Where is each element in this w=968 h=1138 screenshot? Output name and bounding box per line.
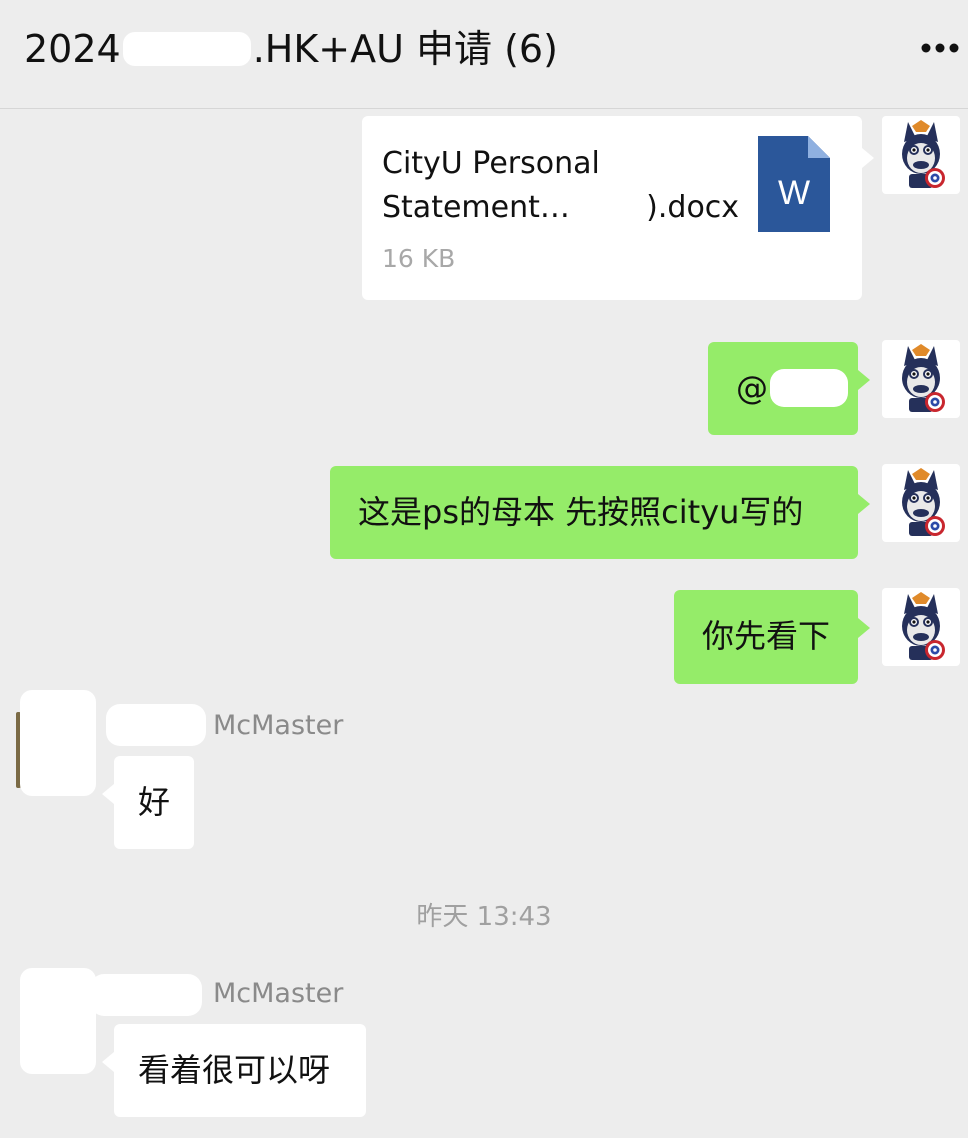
message-text: 这是ps的母本 先按照cityu写的 <box>358 493 804 531</box>
sender-avatar[interactable] <box>20 690 96 796</box>
chat-title-suffix: .HK+AU 申请 (6) <box>252 27 558 71</box>
word-icon-letter: W <box>778 174 810 212</box>
mention-text-wrap: @ <box>736 368 848 408</box>
redacted-sender-name <box>106 704 206 746</box>
bubble-tail <box>858 618 870 638</box>
timestamp: 昨天 13:43 <box>416 902 552 932</box>
file-message-card[interactable]: CityU Personal Statement… ).docx 16 KB W <box>362 116 862 300</box>
chat-header: 2024 .HK+AU 申请 (6) <box>0 0 968 109</box>
bubble-tail <box>862 148 874 168</box>
file-name: CityU Personal Statement… ).docx <box>382 146 740 225</box>
my-avatar[interactable] <box>882 116 960 194</box>
message-bubble[interactable]: 你先看下 <box>674 590 858 684</box>
sender-name: McMaster <box>213 978 344 1009</box>
message-text: 看着很可以呀 <box>138 1051 331 1089</box>
message-bubble[interactable]: 看着很可以呀 <box>114 1024 366 1117</box>
message-text: 好 <box>138 783 171 821</box>
my-avatar[interactable] <box>882 464 960 542</box>
bubble-tail <box>858 370 870 390</box>
message-bubble[interactable]: 这是ps的母本 先按照cityu写的 <box>330 466 858 559</box>
donkey-avatar-icon <box>902 344 945 412</box>
redacted-sender-name <box>90 974 202 1016</box>
sender-name: McMaster <box>213 710 344 741</box>
more-dots-icon[interactable] <box>918 38 962 58</box>
word-document-icon: W <box>758 136 830 232</box>
bubble-tail <box>102 1052 114 1072</box>
mention-at: @ <box>736 369 768 407</box>
my-avatar[interactable] <box>882 340 960 418</box>
chat-title-prefix: 2024 <box>24 27 121 71</box>
message-bubble[interactable]: 好 <box>114 756 194 849</box>
my-avatar[interactable] <box>882 588 960 666</box>
redacted-mask <box>122 32 251 66</box>
donkey-avatar-icon <box>902 120 945 188</box>
donkey-avatar-icon <box>902 468 945 536</box>
file-size: 16 KB <box>382 244 456 273</box>
chat-title: 2024 .HK+AU 申请 (6) <box>24 26 558 72</box>
donkey-avatar-icon <box>902 592 945 660</box>
sender-avatar[interactable] <box>20 968 96 1074</box>
redacted-mask <box>770 369 848 407</box>
message-bubble-mention[interactable]: @ <box>708 342 858 435</box>
bubble-tail <box>858 494 870 514</box>
message-text: 你先看下 <box>702 617 831 655</box>
bubble-tail <box>102 784 114 804</box>
